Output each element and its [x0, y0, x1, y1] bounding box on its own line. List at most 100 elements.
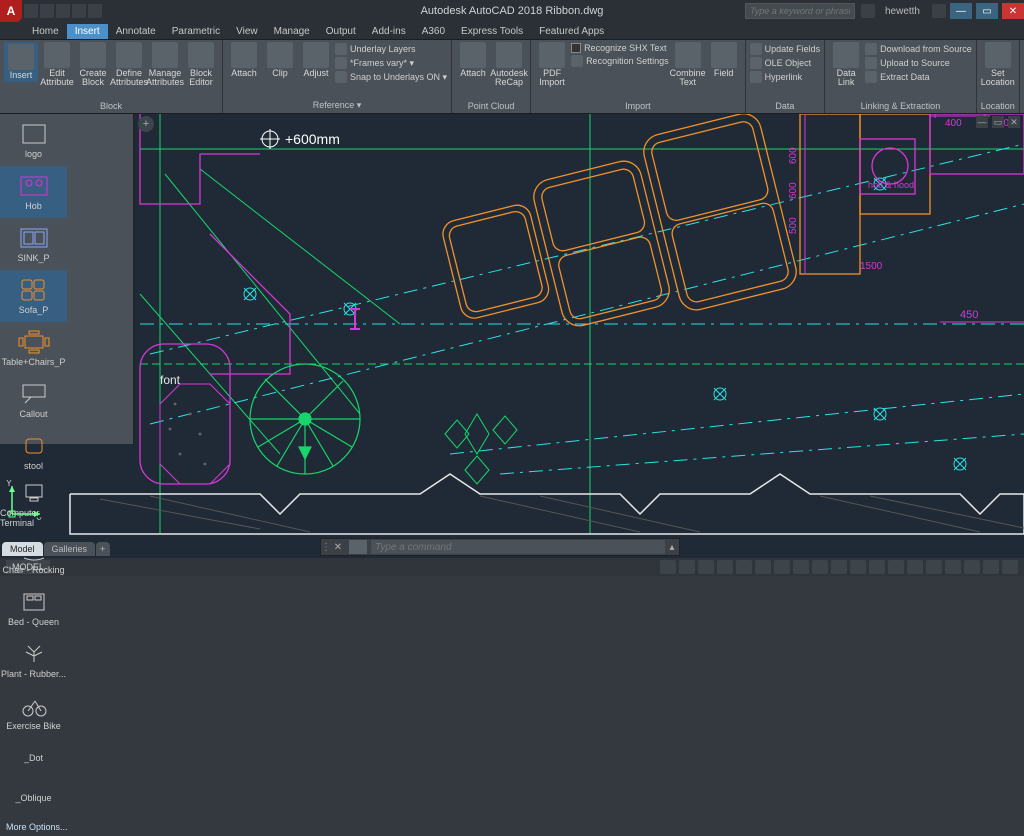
palette-item-bike[interactable]: Exercise Bike — [0, 686, 67, 738]
attach-pc-button[interactable]: Attach — [456, 42, 490, 78]
tab-parametric[interactable]: Parametric — [164, 24, 228, 39]
manage-attributes-button[interactable]: Manage Attributes — [148, 42, 182, 88]
tab-a360[interactable]: A360 — [414, 24, 453, 39]
cmd-history-icon[interactable]: ▴ — [665, 542, 679, 553]
adjust-button[interactable]: Adjust — [299, 42, 333, 78]
vp-min-icon[interactable]: — — [976, 116, 988, 128]
clip-button[interactable]: Clip — [263, 42, 297, 78]
status-isolate-icon[interactable] — [945, 560, 961, 574]
tab-featured[interactable]: Featured Apps — [531, 24, 612, 39]
layout-tab-model[interactable]: Model — [2, 542, 43, 556]
recap-button[interactable]: Autodesk ReCap — [492, 42, 526, 88]
command-input[interactable] — [371, 540, 665, 554]
palette-item-sink[interactable]: SINK_P — [0, 218, 67, 270]
status-grid-icon[interactable] — [660, 560, 676, 574]
status-custom-icon[interactable] — [1002, 560, 1018, 574]
extract-data-item[interactable]: Extract Data — [865, 70, 972, 84]
maximize-button[interactable]: ▭ — [976, 3, 998, 19]
keyword-search-input[interactable] — [745, 3, 855, 19]
palette-item-stool[interactable]: stool — [0, 426, 67, 478]
qat-undo-icon[interactable] — [72, 4, 86, 18]
download-source-item[interactable]: Download from Source — [865, 42, 972, 56]
command-line[interactable]: ⋮ ✕ ▴ — [320, 538, 680, 556]
palette-item-plant[interactable]: Plant - Rubber... — [0, 634, 67, 686]
block-editor-button[interactable]: Block Editor — [184, 42, 218, 88]
cmd-close-icon[interactable]: ✕ — [331, 542, 345, 553]
create-block-button[interactable]: Create Block — [76, 42, 110, 88]
palette-item-sofa[interactable]: Sofa_P — [0, 270, 67, 322]
tab-annotate[interactable]: Annotate — [108, 24, 164, 39]
status-hw-icon[interactable] — [964, 560, 980, 574]
checkbox-icon[interactable] — [571, 43, 581, 53]
upload-source-item[interactable]: Upload to Source — [865, 56, 972, 70]
palette-item-chair-rocking[interactable]: Chair - Rocking — [0, 530, 67, 582]
tab-addins[interactable]: Add-ins — [364, 24, 414, 39]
status-anno-icon[interactable] — [869, 560, 885, 574]
snap-underlays-item[interactable]: Snap to Underlays ON ▾ — [335, 70, 447, 84]
field-button[interactable]: Field — [707, 42, 741, 78]
ole-object-item[interactable]: OLE Object — [750, 56, 821, 70]
status-qp-icon[interactable] — [831, 560, 847, 574]
update-fields-item[interactable]: Update Fields — [750, 42, 821, 56]
palette-item-callout[interactable]: Callout — [0, 374, 67, 426]
status-lwt-icon[interactable] — [793, 560, 809, 574]
status-ws-icon[interactable] — [907, 560, 923, 574]
new-doc-button[interactable]: + — [138, 116, 154, 132]
underlay-layers-item[interactable]: Underlay Layers — [335, 42, 447, 56]
status-cycle-icon[interactable] — [850, 560, 866, 574]
qat-new-icon[interactable] — [24, 4, 38, 18]
layout-tab-add[interactable]: + — [96, 542, 110, 556]
recognize-shx-item[interactable]: Recognize SHX Text — [571, 42, 669, 54]
qat-save-icon[interactable] — [56, 4, 70, 18]
define-attributes-button[interactable]: Define Attributes — [112, 42, 146, 88]
minimize-button[interactable]: — — [950, 3, 972, 19]
drawing-canvas[interactable]: + — ▭ ✕ — [0, 114, 1024, 558]
tab-express[interactable]: Express Tools — [453, 24, 531, 39]
combine-text-button[interactable]: Combine Text — [671, 42, 705, 88]
qat-open-icon[interactable] — [40, 4, 54, 18]
status-clean-icon[interactable] — [983, 560, 999, 574]
close-button[interactable]: ✕ — [1002, 3, 1024, 19]
recognition-settings-item[interactable]: Recognition Settings — [571, 54, 669, 68]
tab-insert[interactable]: Insert — [67, 24, 108, 39]
palette-more-options[interactable]: More Options... — [0, 818, 133, 836]
status-ortho-icon[interactable] — [698, 560, 714, 574]
palette-item-dot[interactable]: _Dot — [0, 738, 67, 778]
help-icon[interactable] — [932, 4, 946, 18]
status-monitor-icon[interactable] — [926, 560, 942, 574]
vp-close-icon[interactable]: ✕ — [1008, 116, 1020, 128]
palette-item-logo[interactable]: logo — [0, 114, 67, 166]
vp-max-icon[interactable]: ▭ — [992, 116, 1004, 128]
signin-icon[interactable] — [861, 4, 875, 18]
palette-item-bed[interactable]: Bed - Queen — [0, 582, 67, 634]
pdf-import-button[interactable]: PDF Import — [535, 42, 569, 88]
hyperlink-item[interactable]: Hyperlink — [750, 70, 821, 84]
status-polar-icon[interactable] — [717, 560, 733, 574]
app-logo[interactable]: A — [0, 0, 22, 22]
insert-block-button[interactable]: Insert — [4, 42, 38, 82]
status-track-icon[interactable] — [755, 560, 771, 574]
edit-attribute-button[interactable]: Edit Attribute — [40, 42, 74, 88]
status-snap-icon[interactable] — [679, 560, 695, 574]
layout-tab-galleries[interactable]: Galleries — [44, 542, 96, 556]
status-scale-icon[interactable] — [888, 560, 904, 574]
set-location-button[interactable]: Set Location — [981, 42, 1015, 88]
attach-button[interactable]: Attach — [227, 42, 261, 78]
tab-view[interactable]: View — [228, 24, 266, 39]
frames-vary-item[interactable]: *Frames vary* ▾ — [335, 56, 447, 70]
status-dyn-icon[interactable] — [774, 560, 790, 574]
palette-item-table[interactable]: Table+Chairs_P — [0, 322, 67, 374]
tab-home[interactable]: Home — [24, 24, 67, 39]
cmd-grip-icon[interactable]: ⋮ — [321, 542, 331, 553]
data-link-button[interactable]: Data Link — [829, 42, 863, 88]
tab-manage[interactable]: Manage — [266, 24, 318, 39]
palette-item-oblique[interactable]: _Oblique — [0, 778, 67, 818]
status-trans-icon[interactable] — [812, 560, 828, 574]
cmd-prompt-icon[interactable] — [349, 540, 367, 554]
status-osnap-icon[interactable] — [736, 560, 752, 574]
user-name[interactable]: hewetth — [879, 6, 926, 17]
qat-redo-icon[interactable] — [88, 4, 102, 18]
group-label[interactable]: Reference ▾ — [227, 99, 447, 111]
tab-output[interactable]: Output — [318, 24, 364, 39]
palette-item-hob[interactable]: Hob — [0, 166, 67, 218]
